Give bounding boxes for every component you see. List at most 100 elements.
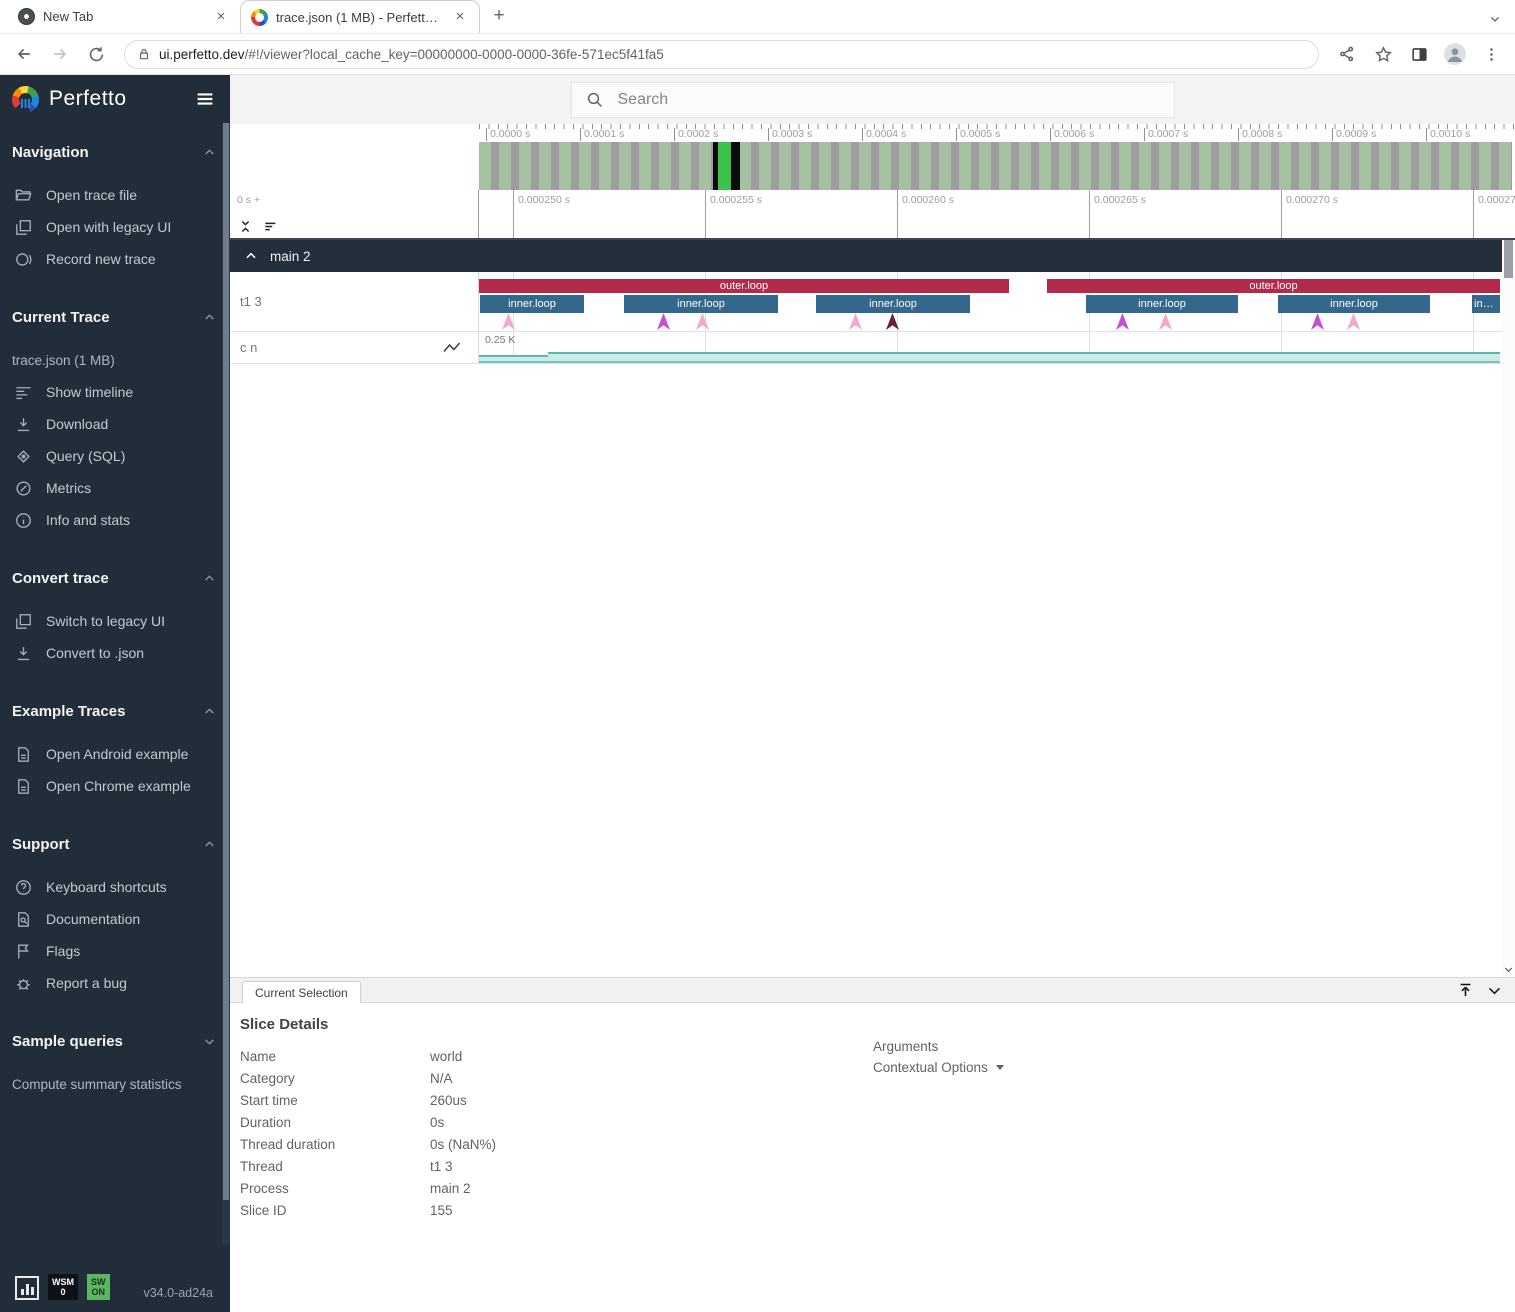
sidebar-item-keyboard-shortcuts[interactable]: Keyboard shortcuts [0,871,230,903]
close-tab-icon[interactable]: × [212,8,230,26]
slice-inner-loop[interactable]: inner.loop [1472,295,1500,313]
menu-hamburger-icon[interactable] [194,88,216,110]
instant-event-arrow[interactable] [1116,313,1129,330]
scroll-down-icon[interactable] [1503,964,1514,975]
instant-event-arrow[interactable] [502,313,515,330]
perf-stats-icon[interactable] [15,1276,39,1300]
side-panel-icon[interactable] [1403,38,1435,70]
thread-track-canvas[interactable]: outer.loop outer.loop inner.loop inner.loop… [479,272,1500,331]
sidebar-item-label: Info and stats [46,512,130,528]
section-header-support[interactable]: Support [0,833,230,855]
instant-event-arrow[interactable] [696,313,709,330]
collapse-tracks-icon[interactable] [238,219,253,234]
chevron-up-icon[interactable] [203,572,216,585]
download-icon [14,644,33,663]
detail-label: Name [240,1049,430,1064]
sidebar-item-report-a-bug[interactable]: Report a bug [0,967,230,999]
sidebar-item-open-trace-file[interactable]: Open trace file [0,179,230,211]
slice-inner-loop[interactable]: inner.loop [1278,295,1430,313]
sidebar-section-navigation: Navigation Open trace fileOpen with legac… [0,141,230,275]
new-tab-button[interactable]: + [486,3,512,29]
instant-event-arrow[interactable] [1347,313,1360,330]
sidebar-item-flags[interactable]: Flags [0,935,230,967]
detail-value: main 2 [430,1181,471,1196]
perfetto-app: Perfetto NavigationOpen trace fileOpen w… [0,75,1515,1312]
record-icon [14,250,33,269]
slice-inner-loop[interactable]: inner.loop [624,295,778,313]
section-header-navigation[interactable]: Navigation [0,141,230,163]
avatar[interactable] [1439,38,1471,70]
sidebar-item-open-chrome-example[interactable]: Open Chrome example [0,770,230,802]
slice-outer-loop[interactable]: outer.loop [1047,279,1500,293]
process-group-header[interactable]: main 2 [230,240,1515,272]
instant-event-arrow[interactable] [657,313,670,330]
chevron-up-icon[interactable] [203,705,216,718]
search-input[interactable]: Search [571,82,1175,118]
tab-perfetto[interactable]: trace.json (1 MB) - Perfetto UI × [240,0,480,33]
chevron-up-icon[interactable] [203,311,216,324]
address-bar[interactable]: ui.perfetto.dev/#!/viewer?local_cache_ke… [124,40,1319,69]
tab-current-selection[interactable]: Current Selection [242,981,361,1003]
minimap-viewport[interactable] [713,142,740,190]
counter-track[interactable]: c n 0.25 K [230,332,1515,364]
section-header-convert-trace[interactable]: Convert trace [0,567,230,589]
sidebar-item-switch-to-legacy-ui[interactable]: Switch to legacy UI [0,605,230,637]
thread-track[interactable]: t1 3 outer.loopouter.loopinner.loopinner… [230,272,1515,332]
section-title: Sample queries [12,1033,203,1050]
sidebar-item-download[interactable]: Download [0,408,230,440]
details-heading: Slice Details [240,1016,1515,1033]
counter-track-canvas[interactable]: 0.25 K [479,332,1500,363]
sidebar-item-open-android-example[interactable]: Open Android example [0,738,230,770]
chevron-up-icon[interactable] [203,146,216,159]
bookmark-star-icon[interactable] [1367,38,1399,70]
instant-event-arrow[interactable] [1311,313,1324,330]
sidebar-item-documentation[interactable]: Documentation [0,903,230,935]
slice-outer-loop[interactable]: outer.loop [479,279,1009,293]
instant-event-arrow-selected[interactable] [886,313,899,330]
expand-panel-icon[interactable] [1457,982,1474,999]
collapse-panel-icon[interactable] [1486,982,1503,999]
sidebar-scrollbar[interactable] [222,123,230,1245]
browser-menu-icon[interactable] [1475,38,1507,70]
section-header-example-traces[interactable]: Example Traces [0,700,230,722]
sidebar-item-label: Metrics [46,480,91,496]
section-header-sample-queries[interactable]: Sample queries [0,1030,230,1052]
section-header-current-trace[interactable]: Current Trace [0,306,230,328]
tracks-area: t1 3 outer.loopouter.loopinner.loopinner… [230,272,1515,364]
detail-value: 0s (NaN%) [430,1137,496,1152]
sidebar-item-query-sql-[interactable]: Query (SQL) [0,440,230,472]
details-drag-handle[interactable]: Current Selection [230,977,1515,1003]
slice-inner-loop[interactable]: inner.loop [1086,295,1238,313]
instant-event-arrow[interactable] [1159,313,1172,330]
share-icon[interactable] [1331,38,1363,70]
forward-icon[interactable] [44,38,76,70]
instant-event-arrow[interactable] [849,313,862,330]
tab-new-tab[interactable]: New Tab × [8,0,240,33]
track-filter-icon[interactable] [263,219,279,234]
sidebar-item-info-and-stats[interactable]: Info and stats [0,504,230,536]
minimap-overview[interactable] [479,142,1512,190]
sidebar-item-open-with-legacy-ui[interactable]: Open with legacy UI [0,211,230,243]
sidebar-section-example-traces: Example Traces Open Android exampleOpen C… [0,700,230,802]
slice-inner-loop[interactable]: inner.loop [480,295,584,313]
slice-inner-loop[interactable]: inner.loop [816,295,970,313]
sidebar-section-convert-trace: Convert trace Switch to legacy UIConvert … [0,567,230,669]
reload-icon[interactable] [80,38,112,70]
tracks-scrollbar[interactable] [1502,240,1515,977]
ruler-tick-label: 0.0005 s [956,128,1000,141]
detail-value: 0s [430,1115,444,1130]
sidebar-item-record-new-trace[interactable]: Record new trace [0,243,230,275]
ruler-tick-label: 0.0001 s [580,128,624,141]
chevron-down-icon[interactable] [203,1035,216,1048]
sidebar-item-metrics[interactable]: Metrics [0,472,230,504]
scrollbar-thumb[interactable] [1504,240,1513,278]
chevron-up-icon[interactable] [203,838,216,851]
sidebar-item-convert-to-json[interactable]: Convert to .json [0,637,230,669]
sidebar-item-show-timeline[interactable]: Show timeline [0,376,230,408]
axis-tick-label: 0.000265 s [1089,190,1146,238]
section-title: Convert trace [12,570,203,587]
close-tab-icon[interactable]: × [451,8,469,26]
contextual-options-dropdown[interactable]: Contextual Options [873,1060,1004,1075]
tab-list-chevron-icon[interactable] [1489,13,1501,25]
back-icon[interactable] [8,38,40,70]
